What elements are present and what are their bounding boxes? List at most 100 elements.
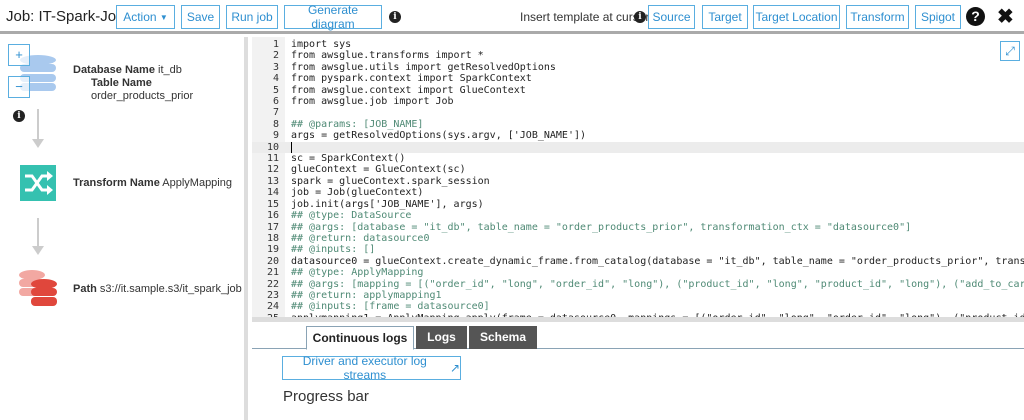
line-text: import sys <box>291 39 352 50</box>
line-text: ## @args: [database = "it_db", table_nam… <box>291 221 912 233</box>
line-number: 8 <box>272 118 279 130</box>
template-transform-button[interactable]: Transform <box>846 5 909 29</box>
transform-node-details[interactable]: Transform Name ApplyMapping <box>73 177 232 190</box>
action-dropdown[interactable]: Action ▼ <box>116 5 175 29</box>
line-text: ## @return: applymapping1 <box>291 289 442 301</box>
close-icon[interactable]: ✖ <box>997 4 1014 29</box>
source-node-details[interactable]: Database Name it_db Table Name order_pro… <box>73 64 244 103</box>
flow-arrow <box>32 218 44 255</box>
code-line[interactable]: 19 ## @inputs: [] <box>252 244 1024 255</box>
code-line[interactable]: 23 ## @return: applymapping1 <box>252 290 1024 301</box>
expand-icon[interactable]: ⤢ <box>1000 41 1020 61</box>
transform-name-value: ApplyMapping <box>162 177 232 189</box>
code-line[interactable]: 11 sc = SparkContext() <box>252 153 1024 164</box>
tab-continuous-logs[interactable]: Continuous logs <box>306 326 414 350</box>
code-line[interactable]: 15 job.init(args['JOB_NAME'], args) <box>252 199 1024 210</box>
target-node-details[interactable]: Path s3://it.sample.s3/it_spark_job <box>73 283 242 296</box>
code-content[interactable]: 1 import sys 2 from awsglue.transforms impo… <box>252 39 1024 317</box>
code-line[interactable]: 22 ## @args: [mapping = [("order_id", "lo… <box>252 279 1024 290</box>
code-line[interactable]: 16 ## @type: DataSource <box>252 210 1024 221</box>
code-line[interactable]: 8 ## @params: [JOB_NAME] <box>252 119 1024 130</box>
line-text: spark = glueContext.spark_session <box>291 175 490 187</box>
log-streams-button[interactable]: Driver and executor log streams ↗ <box>282 354 461 382</box>
code-line[interactable]: 13 spark = glueContext.spark_session <box>252 176 1024 187</box>
line-text: from awsglue.transforms import * <box>291 50 484 62</box>
line-number: 11 <box>266 153 279 165</box>
zoom-out-button[interactable]: − <box>8 76 30 98</box>
log-streams-label: Driver and executor log streams <box>302 354 427 382</box>
log-tabs: Continuous logs Logs Schema <box>252 322 1024 350</box>
line-number: 7 <box>272 107 279 119</box>
code-line[interactable]: 6 from awsglue.job import Job <box>252 96 1024 107</box>
job-title: Job: IT-Spark-Job <box>6 8 125 25</box>
line-number: 5 <box>272 84 279 96</box>
flow-arrow <box>32 109 44 148</box>
code-line[interactable]: 7 <box>252 107 1024 118</box>
s3-target-icon[interactable] <box>18 269 58 307</box>
line-text: job = Job(glueContext) <box>291 187 424 199</box>
code-line[interactable]: 20 datasource0 = glueContext.create_dynam… <box>252 256 1024 267</box>
template-target-button[interactable]: Target <box>702 5 748 29</box>
line-text: from awsglue.utils import getResolvedOpt… <box>291 61 556 73</box>
line-number: 24 <box>266 301 279 313</box>
line-number: 21 <box>266 267 279 279</box>
line-number: 22 <box>266 278 279 290</box>
code-line[interactable]: 9 args = getResolvedOptions(sys.argv, ['J… <box>252 130 1024 141</box>
code-line[interactable]: 12 glueContext = GlueContext(sc) <box>252 164 1024 175</box>
template-spigot-button[interactable]: Spigot <box>915 5 961 29</box>
db-name-value: it_db <box>158 64 182 76</box>
line-text: job.init(args['JOB_NAME'], args) <box>291 198 484 210</box>
db-name-label: Database Name <box>73 64 155 76</box>
line-number: 10 <box>266 141 279 153</box>
code-editor[interactable]: 1 import sys 2 from awsglue.transforms impo… <box>252 37 1024 317</box>
code-line[interactable]: 2 from awsglue.transforms import * <box>252 50 1024 61</box>
template-source-button[interactable]: Source <box>648 5 695 29</box>
code-line[interactable]: 17 ## @args: [database = "it_db", table_n… <box>252 222 1024 233</box>
line-number: 4 <box>272 73 279 85</box>
path-value: s3://it.sample.s3/it_spark_job <box>99 283 242 295</box>
transform-shuffle-icon[interactable] <box>20 165 56 201</box>
tab-schema[interactable]: Schema <box>469 326 537 349</box>
action-label: Action <box>123 10 157 24</box>
code-line[interactable]: 14 job = Job(glueContext) <box>252 187 1024 198</box>
code-line[interactable]: 1 import sys <box>252 39 1024 50</box>
line-number: 6 <box>272 96 279 108</box>
line-number: 3 <box>272 61 279 73</box>
line-text: glueContext = GlueContext(sc) <box>291 164 466 176</box>
transform-name-label: Transform Name <box>73 177 160 189</box>
line-text: ## @inputs: [frame = datasource0] <box>291 301 490 313</box>
table-name-label: Table Name <box>91 77 152 89</box>
code-line[interactable]: 3 from awsglue.utils import getResolvedOp… <box>252 62 1024 73</box>
zoom-in-button[interactable]: + <box>8 44 30 66</box>
code-line[interactable]: 21 ## @type: ApplyMapping <box>252 267 1024 278</box>
code-line[interactable]: 18 ## @return: datasource0 <box>252 233 1024 244</box>
line-number: 20 <box>266 255 279 267</box>
line-number: 16 <box>266 210 279 222</box>
line-text: sc = SparkContext() <box>291 153 406 165</box>
insert-template-label: Insert template at cursor <box>520 10 650 24</box>
info-icon[interactable]: i <box>389 11 401 23</box>
code-line[interactable]: 24 ## @inputs: [frame = datasource0] <box>252 301 1024 312</box>
save-button[interactable]: Save <box>181 5 220 29</box>
info-icon[interactable]: i <box>634 11 646 23</box>
run-job-button[interactable]: Run job <box>226 5 278 29</box>
code-line[interactable]: 10 <box>252 141 1024 154</box>
text-cursor <box>291 141 292 153</box>
diagram-panel: + − Database Name it_db Table Name order… <box>0 37 248 420</box>
tab-logs[interactable]: Logs <box>416 326 467 349</box>
help-icon[interactable]: ? <box>966 7 985 26</box>
code-line[interactable]: 5 from awsglue.context import GlueContext <box>252 85 1024 96</box>
line-number: 23 <box>266 289 279 301</box>
line-text: args = getResolvedOptions(sys.argv, ['JO… <box>291 130 587 142</box>
line-text: ## @params: [JOB_NAME] <box>291 118 424 130</box>
external-link-icon: ↗ <box>449 361 460 375</box>
line-number: 15 <box>266 198 279 210</box>
template-target-location-button[interactable]: Target Location <box>753 5 840 29</box>
generate-diagram-button[interactable]: Generate diagram <box>284 3 382 31</box>
code-line[interactable]: 4 from pyspark.context import SparkContex… <box>252 73 1024 84</box>
line-text: from awsglue.context import GlueContext <box>291 84 526 96</box>
line-text: ## @type: ApplyMapping <box>291 267 424 279</box>
table-name-value: order_products_prior <box>91 90 194 102</box>
info-icon[interactable]: i <box>13 110 25 122</box>
header: Job: IT-Spark-Job Action ▼ Save Run job … <box>0 0 1024 34</box>
